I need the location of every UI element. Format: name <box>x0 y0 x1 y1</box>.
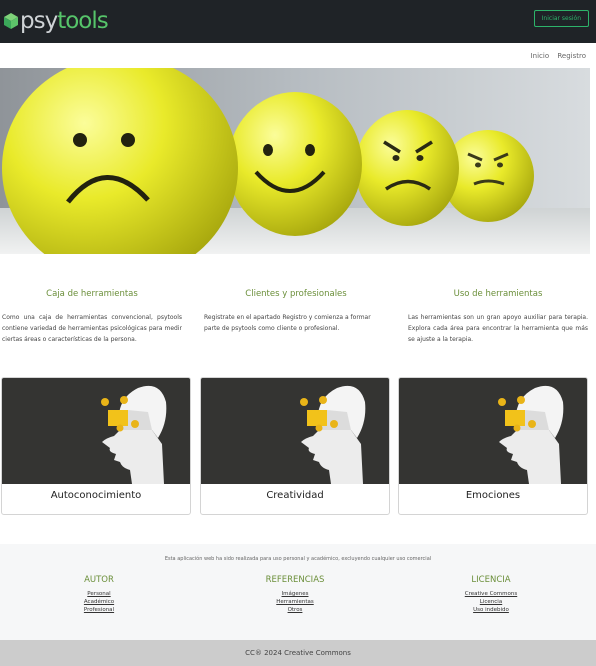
card-title: Emociones <box>465 490 521 501</box>
head-brain-image <box>399 378 587 484</box>
footer-col-title-licencia: LICENCIA <box>471 575 511 585</box>
footer-link-personal[interactable]: Personal <box>39 590 159 598</box>
footer-link-uso-indebido[interactable]: Uso indebido <box>431 606 551 614</box>
nav-link-registro[interactable]: Registro <box>557 52 586 60</box>
footer-col-autor: Personal Académico Profesional <box>39 590 159 614</box>
card-creatividad[interactable]: Creatividad <box>200 377 390 515</box>
footer-note: Esta aplicación web ha sido realizada pa… <box>164 556 432 562</box>
card-title: Creatividad <box>266 490 324 501</box>
footer-link-profesional[interactable]: Profesional <box>39 606 159 614</box>
hero-image <box>0 68 590 254</box>
section-text-caja: Como una caja de herramientas convencion… <box>2 314 182 343</box>
section-title-uso: Uso de herramientas <box>453 289 543 299</box>
copyright-bar: CC® 2024 Creative Commons <box>0 640 596 666</box>
footer-col-licencia: Creative Commons Licencia Uso indebido <box>431 590 551 614</box>
login-button[interactable]: Iniciar sesión <box>533 10 589 27</box>
cube-logo-icon <box>4 13 18 29</box>
page-nav: Inicio Registro <box>525 52 586 60</box>
brand-logo[interactable]: psytools <box>4 8 109 34</box>
footer-link-otros[interactable]: Otros <box>235 606 355 614</box>
nav-link-inicio[interactable]: Inicio <box>531 52 550 60</box>
head-brain-image <box>201 378 389 484</box>
section-title-clientes: Clientes y profesionales <box>245 289 347 299</box>
footer-link-herramientas[interactable]: Herramientas <box>235 598 355 606</box>
top-navbar: psytools Iniciar sesión <box>0 0 596 43</box>
card-title: Autoconocimiento <box>50 490 142 501</box>
head-brain-image <box>2 378 190 484</box>
footer-col-referencias: Imágenes Herramientas Otros <box>235 590 355 614</box>
footer-link-imagenes[interactable]: Imágenes <box>235 590 355 598</box>
footer-link-creative-commons[interactable]: Creative Commons <box>431 590 551 598</box>
section-text-uso: Las herramientas son un gran apoyo auxil… <box>408 314 588 343</box>
card-emociones[interactable]: Emociones <box>398 377 588 515</box>
brand-logo-text: psytools <box>20 8 109 34</box>
section-text-clientes: Registrate en el apartado Registro y com… <box>204 314 371 332</box>
footer-link-licencia[interactable]: Licencia <box>431 598 551 606</box>
footer-col-title-referencias: REFERENCIAS <box>265 575 325 585</box>
card-autoconocimiento[interactable]: Autoconocimiento <box>1 377 191 515</box>
section-title-caja: Caja de herramientas <box>46 289 138 299</box>
footer-col-title-autor: AUTOR <box>84 575 114 585</box>
footer-link-academico[interactable]: Académico <box>39 598 159 606</box>
